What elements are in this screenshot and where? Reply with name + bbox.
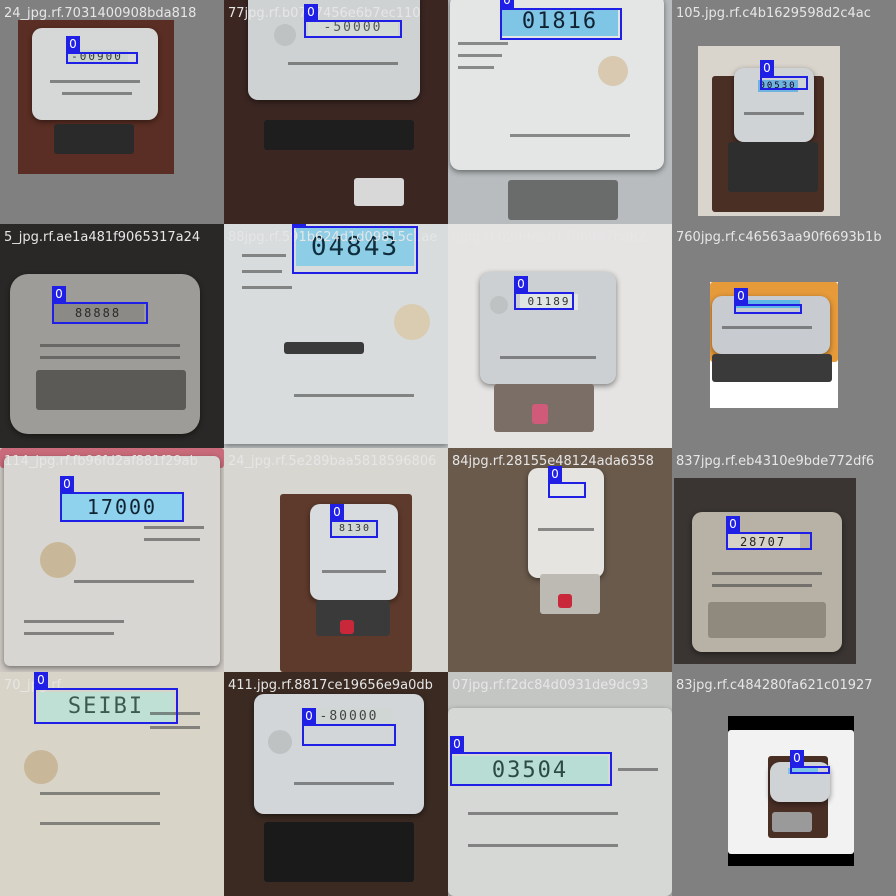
display-bounding-box: 0 [330, 504, 378, 538]
display-bounding-box: 0 [450, 736, 612, 786]
class-label: 0 [500, 0, 514, 8]
class-label: 0 [726, 516, 740, 532]
image-filename: 83jpg.rf.c484280fa621c01927 [676, 678, 873, 693]
electric-meter: 8130 [310, 504, 398, 600]
class-label: 0 [52, 286, 66, 302]
mosaic-tile: -80000 411.jpg.rf.8817ce19656e9a0db 0 [224, 672, 448, 896]
electric-meter: 01189 [480, 272, 616, 384]
mosaic-tile: 04843 88jpg.rf.591b624d1d09815c1ae 0 [224, 224, 448, 448]
class-label: 0 [304, 4, 318, 20]
display-bounding-box: 0 [304, 4, 402, 38]
meter-photo: 17000 [0, 448, 224, 672]
class-label: 0 [292, 224, 306, 226]
image-filename: 114_jpg.rf.fb96fd2af881f29ab [4, 454, 198, 469]
class-label: 0 [790, 750, 804, 766]
mosaic-tile: 01189 8jpg.rf.0209e5b17869b7bd82 0 [448, 224, 672, 448]
class-label: 0 [302, 708, 316, 724]
display-bounding-box: 0 [734, 288, 802, 314]
mosaic-tile: 84jpg.rf.28155e48124ada6358 0 [448, 448, 672, 672]
image-filename: 8jpg.rf.0209e5b17869b7bd82 [452, 230, 647, 245]
display-bounding-box: 0 [500, 0, 622, 40]
class-label: 0 [548, 466, 562, 482]
electric-meter: -80000 [254, 694, 424, 814]
display-bounding-box: 0 [34, 672, 178, 724]
mosaic-tile: SEIBI 70_jpg.rf. 0 [0, 672, 224, 896]
mosaic-tile: 17000 114_jpg.rf.fb96fd2af881f29ab 0 [0, 448, 224, 672]
meter-photo: 28707 [674, 478, 856, 664]
class-label: 0 [34, 672, 48, 688]
image-filename: 07jpg.rf.f2dc84d0931de9dc93 [452, 678, 649, 693]
display-bounding-box: 0 [302, 708, 396, 746]
meter-photo: 8130 [224, 448, 448, 672]
meter-photo [728, 716, 854, 866]
meter-photo: 88888 [0, 224, 224, 448]
electric-meter: 88888 [10, 274, 200, 434]
electric-meter: -00900 [32, 28, 158, 120]
mosaic-tile: -00900 24_jpg.rf.7031400908bda818 0 [0, 0, 224, 224]
image-filename: 411.jpg.rf.8817ce19656e9a0db [228, 678, 433, 693]
mosaic-tile: 28707 837jpg.rf.eb4310e9bde772df6 0 [672, 448, 896, 672]
display-bounding-box: 0 [790, 750, 830, 774]
display-bounding-box: 0 [514, 276, 574, 310]
meter-photo: -00900 [18, 20, 174, 174]
mosaic-tile: 03504 07jpg.rf.f2dc84d0931de9dc93 0 [448, 672, 672, 896]
display-bounding-box: 0 [52, 286, 148, 324]
class-label: 0 [760, 60, 774, 76]
display-bounding-box: 0 [760, 60, 808, 90]
image-filename: 24_jpg.rf.7031400908bda818 [4, 6, 197, 21]
display-bounding-box: 0 [60, 476, 184, 522]
mosaic-tile: -50000 77jpg.rf.b07e7456e6b7ec110 0 [224, 0, 448, 224]
mosaic-tile: 83jpg.rf.c484280fa621c01927 0 [672, 672, 896, 896]
image-filename: 105.jpg.rf.c4b1629598d2c4ac [676, 6, 871, 21]
image-filename: 24_jpg.rf.5e289baa5818596806 [228, 454, 437, 469]
mosaic-tile: 01816 0 [448, 0, 672, 224]
class-label: 0 [66, 36, 80, 52]
image-filename: 760jpg.rf.c46563aa90f6693b1b [676, 230, 882, 245]
image-filename: 5_jpg.rf.ae1a481f9065317a24 [4, 230, 201, 245]
mosaic-tile: 88888 5_jpg.rf.ae1a481f9065317a24 0 [0, 224, 224, 448]
class-label: 0 [514, 276, 528, 292]
mosaic-tile: 00530 105.jpg.rf.c4b1629598d2c4ac 0 [672, 0, 896, 224]
image-filename: 837jpg.rf.eb4310e9bde772df6 [676, 454, 875, 469]
mosaic-tile: 8130 24_jpg.rf.5e289baa5818596806 0 [224, 448, 448, 672]
mosaic-tile: 760jpg.rf.c46563aa90f6693b1b 0 [672, 224, 896, 448]
class-label: 0 [450, 736, 464, 752]
meter-photo: 01189 [448, 224, 672, 448]
class-label: 0 [734, 288, 748, 304]
display-bounding-box: 0 [66, 36, 138, 64]
display-bounding-box: 0 [726, 516, 812, 550]
display-bounding-box: 0 [548, 466, 586, 498]
display-bounding-box: 0 [292, 224, 418, 274]
image-mosaic: -00900 24_jpg.rf.7031400908bda818 0 -500… [0, 0, 896, 896]
meter-photo: -80000 [224, 672, 448, 896]
electric-meter: 03504 [448, 708, 672, 896]
electric-meter: 17000 [4, 456, 220, 666]
class-label: 0 [60, 476, 74, 492]
meter-photo [710, 282, 838, 408]
class-label: 0 [330, 504, 344, 520]
